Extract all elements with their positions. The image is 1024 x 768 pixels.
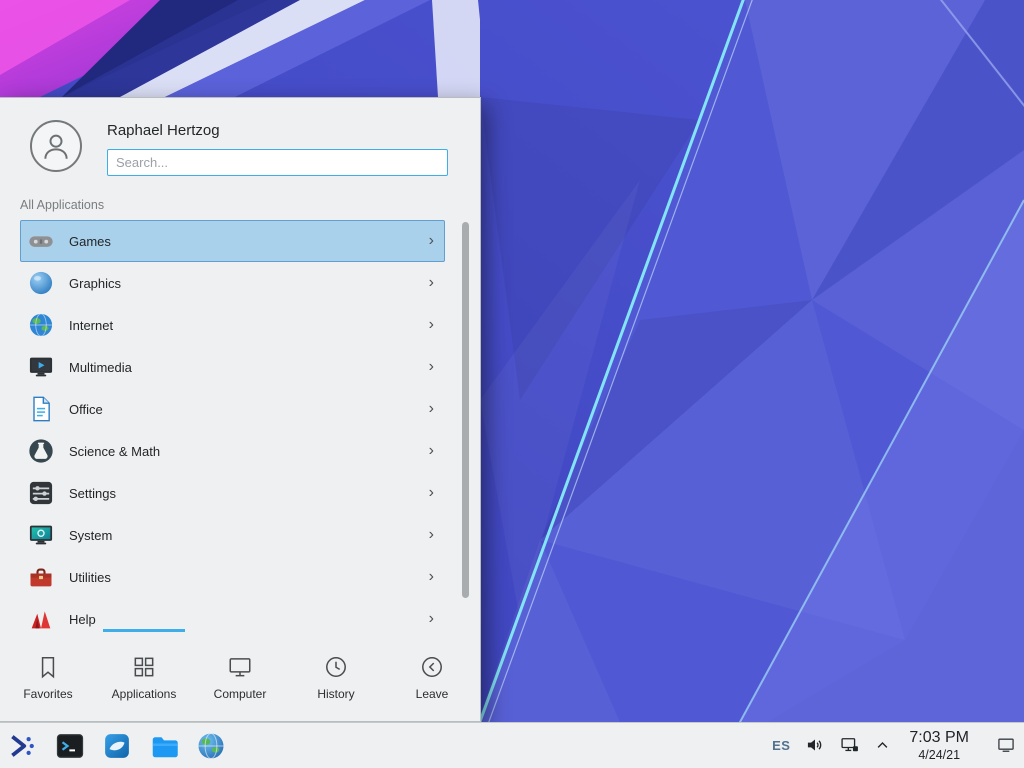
submenu-arrow-icon: › — [429, 275, 440, 291]
taskbar: ES — [0, 722, 1024, 768]
web-browser-icon — [196, 731, 226, 761]
volume-icon[interactable] — [805, 735, 825, 755]
category-list: Games › Graphics › Internet › — [0, 220, 480, 629]
submenu-arrow-icon: › — [429, 359, 440, 375]
tab-favorites[interactable]: Favorites — [0, 629, 96, 721]
submenu-arrow-icon: › — [429, 485, 440, 501]
tab-label: Leave — [416, 687, 449, 701]
person-icon — [39, 129, 73, 163]
tab-leave[interactable]: Leave — [384, 629, 480, 721]
terminal-icon — [55, 731, 85, 761]
submenu-arrow-icon: › — [429, 317, 440, 333]
flask-icon — [27, 437, 55, 465]
menu-tab-bar: Favorites Applications Computer His — [0, 629, 480, 721]
clock-date: 4/24/21 — [909, 748, 969, 762]
grid-icon — [131, 654, 157, 680]
tab-applications[interactable]: Applications — [96, 629, 192, 721]
category-label: Utilities — [69, 570, 415, 585]
file-manager-icon — [102, 731, 132, 761]
clock-icon — [323, 654, 349, 680]
category-row-help[interactable]: Help › — [20, 598, 445, 629]
category-label: Science & Math — [69, 444, 415, 459]
tab-history[interactable]: History — [288, 629, 384, 721]
category-row-office[interactable]: Office › — [20, 388, 445, 430]
submenu-arrow-icon: › — [429, 401, 440, 417]
active-tab-indicator — [103, 629, 185, 632]
category-label: System — [69, 528, 415, 543]
app-launcher-menu: Raphael Hertzog All Applications Games ›… — [0, 97, 481, 722]
category-row-multimedia[interactable]: Multimedia › — [20, 346, 445, 388]
web-browser-button[interactable] — [194, 727, 228, 765]
app-launcher-button[interactable] — [6, 727, 40, 765]
category-label: Help — [69, 612, 415, 627]
folder-button[interactable] — [147, 727, 181, 765]
submenu-arrow-icon: › — [429, 527, 440, 543]
computer-icon — [227, 654, 253, 680]
monitor-play-icon — [27, 353, 55, 381]
submenu-arrow-icon: › — [429, 443, 440, 459]
category-label: Graphics — [69, 276, 415, 291]
show-desktop-button[interactable] — [996, 735, 1016, 755]
user-column: Raphael Hertzog — [107, 120, 448, 176]
toolbox-icon — [27, 563, 55, 591]
submenu-arrow-icon: › — [429, 233, 440, 249]
scrollbar-thumb[interactable] — [462, 222, 469, 598]
category-label: Multimedia — [69, 360, 415, 375]
category-label: Games — [69, 234, 415, 249]
category-row-science-math[interactable]: Science & Math › — [20, 430, 445, 472]
app-launcher-icon — [8, 731, 38, 761]
file-manager-button[interactable] — [100, 727, 134, 765]
user-name: Raphael Hertzog — [107, 122, 448, 139]
tab-label: Applications — [112, 687, 177, 701]
category-row-settings[interactable]: Settings › — [20, 472, 445, 514]
category-row-internet[interactable]: Internet › — [20, 304, 445, 346]
category-row-utilities[interactable]: Utilities › — [20, 556, 445, 598]
desktop: Raphael Hertzog All Applications Games ›… — [0, 0, 1024, 768]
leave-icon — [419, 654, 445, 680]
help-icon — [27, 605, 55, 629]
network-icon[interactable] — [840, 735, 860, 755]
system-monitor-icon — [27, 521, 55, 549]
clock[interactable]: 7:03 PM 4/24/21 — [909, 729, 969, 762]
document-icon — [27, 395, 55, 423]
submenu-arrow-icon: › — [429, 611, 440, 627]
tab-computer[interactable]: Computer — [192, 629, 288, 721]
system-tray: ES — [772, 729, 1016, 762]
section-label: All Applications — [20, 198, 480, 212]
tab-label: Favorites — [23, 687, 72, 701]
keyboard-layout-indicator[interactable]: ES — [772, 738, 790, 753]
gamepad-icon — [27, 227, 55, 255]
category-row-graphics[interactable]: Graphics › — [20, 262, 445, 304]
category-row-games[interactable]: Games › — [20, 220, 445, 262]
terminal-button[interactable] — [53, 727, 87, 765]
sphere-icon — [27, 269, 55, 297]
category-label: Internet — [69, 318, 415, 333]
clock-time: 7:03 PM — [909, 729, 969, 747]
menu-header: Raphael Hertzog — [0, 98, 480, 176]
sliders-icon — [27, 479, 55, 507]
submenu-arrow-icon: › — [429, 569, 440, 585]
tab-label: History — [317, 687, 354, 701]
tab-label: Computer — [214, 687, 267, 701]
bookmark-icon — [35, 654, 61, 680]
user-avatar[interactable] — [30, 120, 82, 172]
category-label: Settings — [69, 486, 415, 501]
globe-icon — [27, 311, 55, 339]
expand-tray-icon[interactable] — [875, 738, 890, 753]
folder-icon — [149, 731, 179, 761]
search-input[interactable] — [107, 149, 448, 176]
category-row-system[interactable]: System › — [20, 514, 445, 556]
category-label: Office — [69, 402, 415, 417]
